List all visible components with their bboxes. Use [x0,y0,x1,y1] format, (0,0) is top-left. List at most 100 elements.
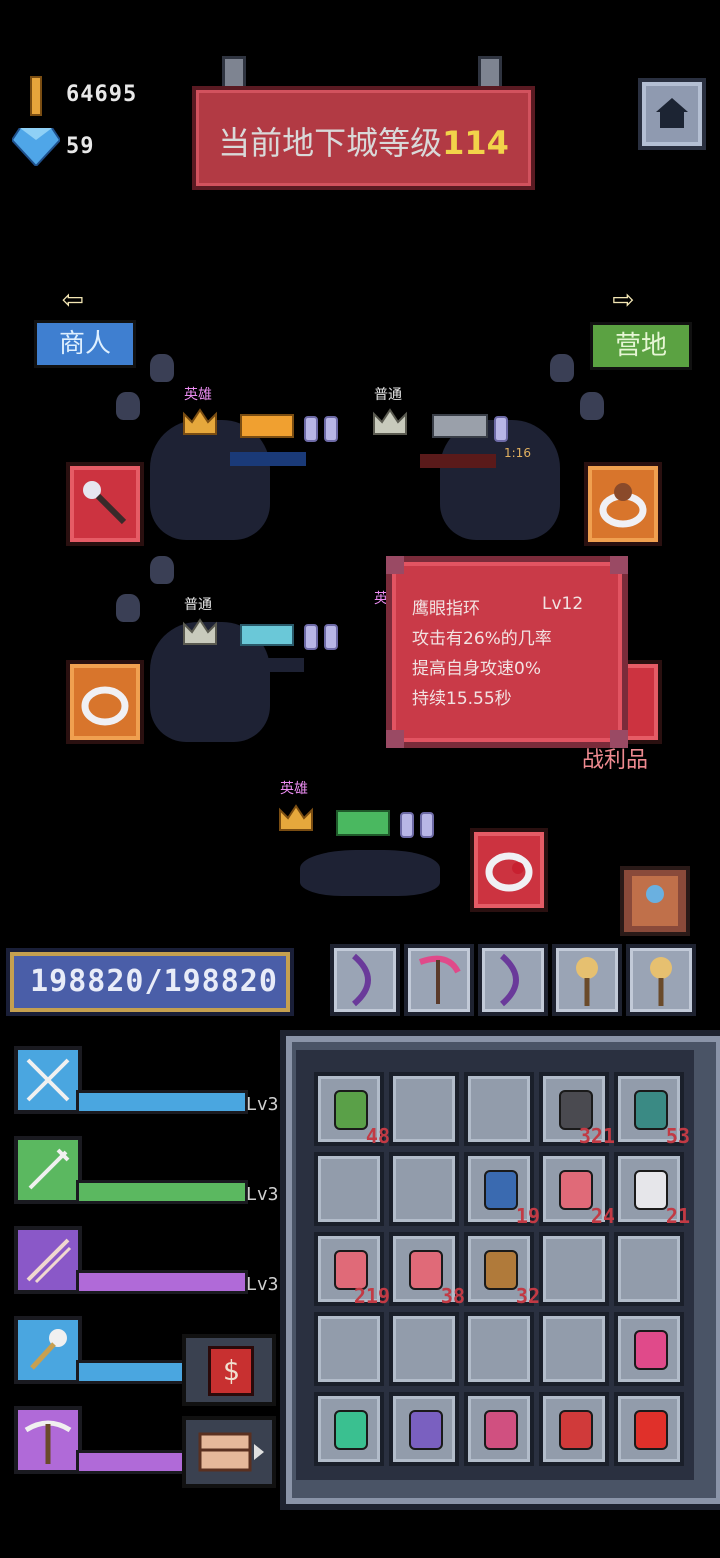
camp-button[interactable]: 营地 [590,322,692,370]
diamond-icon [12,128,60,166]
inventory-slot[interactable]: 38 [389,1232,465,1308]
enemy-platform [230,658,304,672]
crown-icon [183,618,217,645]
inventory-slot[interactable] [614,1232,684,1306]
purple-book-icon [409,1410,443,1450]
inventory-slot[interactable]: 321 [539,1072,615,1148]
ring-icon [485,852,533,892]
teal-potion-icon [634,1090,668,1130]
bow-icon [499,953,519,1007]
tooltip-item-name: 鹰眼指环 [412,599,480,619]
brown-gourd-icon [484,1250,518,1290]
red-potion-icon [409,1250,443,1290]
inventory-slot[interactable]: 19 [464,1152,540,1228]
inventory-slot[interactable] [464,1072,534,1146]
scythe-icon [418,955,461,1004]
inventory-slot[interactable] [314,1152,384,1226]
dungeon-level-text: 当前地下城等级114 [196,118,531,164]
tooltip-corner [610,556,628,574]
gem-icon [324,624,338,650]
shop-button[interactable]: $ [182,1334,276,1406]
pickaxe-icon [24,1420,72,1464]
equip-slot-scythe[interactable] [404,944,474,1016]
inventory-slot[interactable]: 53 [614,1072,690,1148]
enemy-rank-label: 普通 [374,387,402,403]
skill-level-2: Lv3 [246,1184,279,1205]
inventory-slot[interactable] [614,1312,684,1386]
loot-label[interactable]: 战利品 [582,742,648,774]
tooltip-line-1: 攻击有26%的几率 [412,629,552,649]
dungeon-level-value: 114 [442,124,509,162]
skill-slot-2[interactable] [14,1136,82,1204]
gold-key-icon [240,414,294,438]
inventory-slot[interactable] [389,1312,459,1386]
inventory-slot[interactable] [314,1392,384,1466]
enemy-sprite[interactable] [300,850,440,896]
inventory-slot[interactable]: 48 [314,1072,390,1148]
dungeon-level-prefix: 当前地下城等级 [218,124,443,162]
inventory-slot[interactable]: 32 [464,1232,540,1308]
skill-slot-3[interactable] [14,1226,82,1294]
left-arrow-icon[interactable]: ⇦ [62,278,84,319]
skill-slot-1[interactable] [14,1046,82,1114]
enemy-sprite[interactable] [150,420,270,540]
inventory-slot[interactable] [389,1152,459,1226]
item-quantity: 21 [665,1204,690,1228]
inventory-cells: 48 321 53 19 24 21 219 38 32 [314,1072,694,1472]
gem-icon [420,812,434,838]
skill-slot-4[interactable] [14,1316,82,1384]
dollar-icon: $ [208,1346,254,1396]
item-quantity: 19 [515,1204,540,1228]
home-icon [656,98,688,128]
item-quantity: 38 [440,1284,465,1308]
white-potion-icon [634,1170,668,1210]
enemy-rank-label: 英雄 [184,387,212,403]
inventory-slot[interactable] [389,1072,459,1146]
right-arrow-icon[interactable]: ⇨ [612,278,634,319]
red-potion-icon [559,1170,593,1210]
pink-scythe-icon [634,1330,668,1370]
crown-icon [183,408,217,435]
inventory-slot[interactable]: 21 [614,1152,690,1228]
loot-card-staff[interactable] [66,462,144,546]
tooltip-corner [386,730,404,748]
merchant-button[interactable]: 商人 [34,320,136,368]
staff-icon [83,481,127,525]
loot-card-ring[interactable] [66,660,144,744]
diamond-amount: 59 [66,134,95,159]
inventory-slot[interactable] [314,1312,384,1386]
equip-slot-bow[interactable] [478,944,548,1016]
inventory-slot[interactable] [389,1392,459,1466]
skill-slot-5[interactable] [14,1406,82,1474]
home-button[interactable] [638,78,706,150]
chest-button[interactable] [182,1416,276,1488]
skill-bar-1 [76,1090,248,1114]
item-quantity: 32 [515,1284,540,1308]
item-tooltip: 鹰眼指环 Lv12 攻击有26%的几率 提高自身攻速0% 持续15.55秒 [386,556,628,748]
equip-slot-bow[interactable] [330,944,400,1016]
loot-card-ring[interactable] [584,462,662,546]
spellbook-button[interactable] [620,866,690,936]
bow-icon [351,953,371,1007]
inventory-slot[interactable] [539,1312,609,1386]
equip-slot-staff[interactable] [626,944,696,1016]
skull-icon [150,556,174,584]
enemy-rank-label: 普通 [184,597,212,613]
ring-icon [599,483,647,528]
trident-icon [28,1148,70,1190]
inventory-slot[interactable] [464,1392,534,1466]
inventory-slot[interactable]: 219 [314,1232,390,1308]
gold-icon [30,76,42,116]
equip-slot-staff[interactable] [552,944,622,1016]
hp-text: 198820/198820 [30,964,278,999]
inventory-slot[interactable] [464,1312,534,1386]
loot-card-ring[interactable] [470,828,548,912]
inventory-slot[interactable] [539,1232,609,1306]
skill-bar-3 [76,1270,248,1294]
skill-bar-4 [76,1360,190,1384]
skull-icon [116,594,140,622]
inventory-slot[interactable] [614,1392,684,1466]
inventory-slot[interactable] [539,1392,609,1466]
item-quantity: 53 [665,1124,690,1148]
inventory-slot[interactable]: 24 [539,1152,615,1228]
